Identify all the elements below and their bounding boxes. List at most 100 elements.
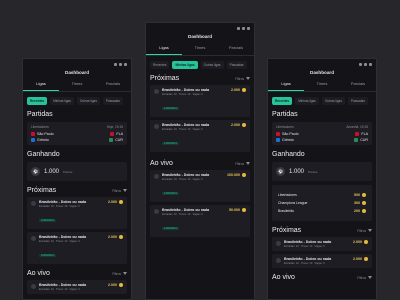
ball-icon: ⚽ [31, 167, 40, 176]
chip-passadas[interactable]: Passadas [226, 61, 247, 69]
settings-icon[interactable] [119, 63, 122, 66]
earnings-unit: Pontos [308, 169, 318, 174]
team-name: São Paulo [37, 132, 54, 136]
earnings-card: ⚽ 1.000 Pontos [272, 162, 372, 181]
tab-parciais[interactable]: Parciais [218, 45, 254, 55]
bell-icon[interactable] [369, 63, 372, 66]
tab-times[interactable]: Times [59, 81, 95, 91]
league-icon [276, 241, 281, 246]
filter-button[interactable]: Filtros [357, 229, 372, 233]
team-name: Grêmio [37, 138, 49, 142]
section-ganhando: Ganhando [23, 151, 131, 158]
match-card[interactable]: Libertadores Hoje, 19:15 São Paulo FLA Grê… [27, 122, 127, 145]
chip-minhas-ligas[interactable]: Minhas ligas [50, 97, 74, 105]
chip-passadas[interactable]: Passadas [347, 97, 368, 105]
prize-amount: 50.000 [229, 208, 240, 212]
league-card[interactable]: Brasileirão - Dobro ou nada Entradas: 10 … [150, 85, 250, 117]
tab-bar: Ligas Times Parciais [268, 81, 376, 92]
tab-ligas[interactable]: Ligas [268, 81, 304, 91]
match-card[interactable]: Libertadores Amanhã, 19:15 São Paulo FLA G… [272, 122, 372, 145]
chip-minhas-ligas[interactable]: Minhas ligas [295, 97, 319, 105]
filter-chips: Recentes Minhas ligas Outras ligas Passa… [268, 92, 376, 105]
league-card[interactable]: Brasileirão - Dobro ou nada Entradas: 10 … [27, 232, 127, 264]
prize-amount: 2.000 [353, 257, 362, 261]
section-ao-vivo: Ao vivo Filtros [268, 274, 376, 281]
window-controls [114, 63, 127, 66]
league-title: Brasileirão - Dobro ou nada [39, 283, 87, 287]
coin-icon [364, 240, 368, 244]
breakdown-row: Libertadores 500 [278, 193, 366, 197]
chip-passadas[interactable]: Passadas [102, 97, 123, 105]
league-icon [154, 124, 159, 129]
team-badge-icon [276, 138, 280, 142]
prize-amount: 2.000 [231, 88, 240, 92]
chip-outras-ligas[interactable]: Outras ligas [321, 97, 345, 105]
match-time: Hoje, 19:15 [106, 125, 123, 129]
league-icon [31, 284, 36, 289]
section-ao-vivo: Ao vivo Filtros [146, 160, 254, 167]
funnel-icon [368, 229, 372, 232]
filter-button[interactable]: Filtros [235, 162, 250, 166]
filter-label: Filtros [357, 275, 366, 280]
funnel-icon [123, 189, 127, 192]
league-info: Entradas: 10 · Times: 10 · Vagas: 3 [284, 245, 325, 248]
league-card[interactable]: Brasileirão - Dobro ou nada Entradas: 10 … [150, 120, 250, 152]
menu-icon[interactable] [114, 63, 117, 66]
filter-chips: Recentes Minhas ligas Outras ligas Passa… [23, 92, 131, 105]
date-tag: 12/04/2021 [162, 142, 179, 145]
earnings-value: 1.000 [44, 168, 60, 175]
league-title: Brasileirão - Dobro ou nada [162, 208, 210, 212]
breakdown-league: Libertadores [278, 193, 297, 197]
league-card[interactable]: Brasileirão - Dobro ou nada Entradas: 10 … [150, 205, 250, 237]
bell-icon[interactable] [247, 27, 250, 30]
section-title: Partidas [27, 111, 53, 118]
tab-parciais[interactable]: Parciais [340, 81, 376, 91]
tab-parciais[interactable]: Parciais [95, 81, 131, 91]
screen-left: Dashboard Ligas Times Parciais Recentes … [22, 58, 132, 300]
league-info: Entradas: 10 · Times: 10 · Vagas: 3 [39, 240, 80, 243]
date-tag: 12/04/2021 [39, 219, 56, 222]
league-title: Brasileirão - Dobro ou nada [162, 123, 210, 127]
menu-icon[interactable] [359, 63, 362, 66]
section-title: Partidas [272, 111, 298, 118]
breakdown-league: Champions League [278, 201, 308, 205]
page-title: Dashboard [65, 70, 89, 75]
coin-icon [119, 235, 123, 239]
prize-amount: 2.000 [108, 200, 117, 204]
settings-icon[interactable] [364, 63, 367, 66]
chip-recentes[interactable]: Recentes [150, 61, 170, 69]
chip-recentes[interactable]: Recentes [272, 97, 293, 105]
coin-icon [362, 193, 366, 197]
league-card[interactable]: Brasileirão - Dobro ou nada Entradas: 10 … [27, 197, 127, 229]
filter-button[interactable]: Filtros [235, 77, 250, 81]
tab-times[interactable]: Times [182, 45, 218, 55]
team-badge-icon [355, 132, 360, 136]
team-code: CUR [360, 138, 368, 142]
coin-icon [362, 209, 366, 213]
tab-ligas[interactable]: Ligas [23, 81, 59, 91]
filter-button[interactable]: Filtros [357, 276, 372, 280]
filter-button[interactable]: Filtros [112, 272, 127, 276]
chip-outras-ligas[interactable]: Outras ligas [200, 61, 224, 69]
league-info: Entradas: 10 · Times: 10 · Vagas: 3 [162, 93, 203, 96]
filter-label: Filtros [112, 188, 121, 193]
league-card[interactable]: Brasileirão - Dobro ou nada Entradas: 10 … [272, 237, 372, 251]
breakdown-league: Brasileirão [278, 209, 295, 213]
date-tag: 12/04/2021 [162, 227, 179, 230]
tab-times[interactable]: Times [304, 81, 340, 91]
chip-recentes[interactable]: Recentes [27, 97, 48, 105]
filter-button[interactable]: Filtros [112, 189, 127, 193]
tab-ligas[interactable]: Ligas [146, 45, 182, 55]
settings-icon[interactable] [242, 27, 245, 30]
chip-outras-ligas[interactable]: Outras ligas [76, 97, 100, 105]
ball-icon: ⚽ [276, 167, 285, 176]
bell-icon[interactable] [124, 63, 127, 66]
team-badge-icon [110, 132, 115, 136]
league-card[interactable]: Brasileirão - Dobro ou nada Entradas: 10 … [272, 254, 372, 268]
league-card[interactable]: Brasileirão - Dobro ou nada Entradas: 10 … [150, 170, 250, 202]
prize-amount: 2.000 [353, 240, 362, 244]
league-card[interactable]: Brasileirão - Dobro ou nada Entradas: 10 … [27, 280, 127, 294]
chip-minhas-ligas[interactable]: Minhas ligas [172, 61, 198, 69]
coin-icon [364, 257, 368, 261]
menu-icon[interactable] [237, 27, 240, 30]
